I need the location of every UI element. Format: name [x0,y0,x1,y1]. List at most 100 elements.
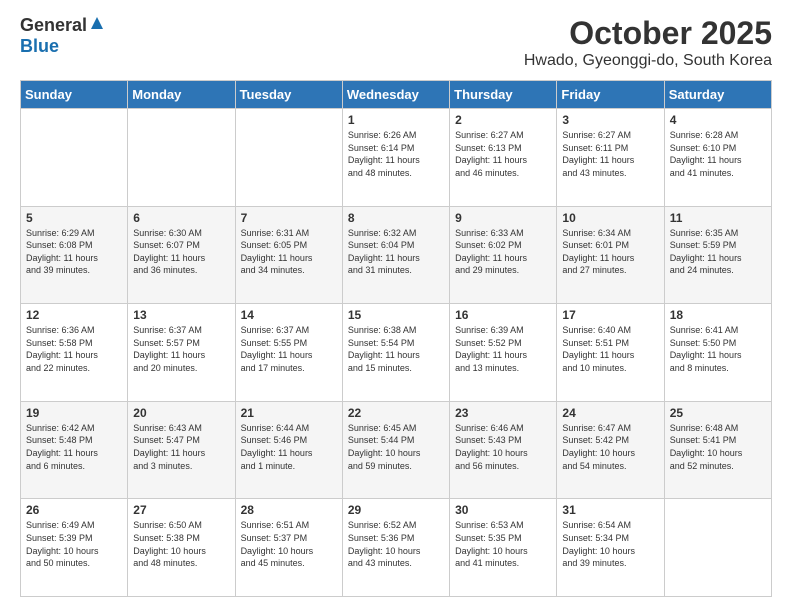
day-number: 28 [241,503,337,517]
logo-triangle-icon [90,16,104,35]
day-number: 19 [26,406,122,420]
day-info: Sunrise: 6:29 AM Sunset: 6:08 PM Dayligh… [26,227,122,277]
day-info: Sunrise: 6:26 AM Sunset: 6:14 PM Dayligh… [348,129,444,179]
page: General Blue October 2025 Hwado, Gyeongg… [0,0,792,612]
calendar-cell: 26 Sunrise: 6:49 AM Sunset: 5:39 PM Dayli… [21,499,128,597]
day-number: 24 [562,406,658,420]
calendar-cell: 2Sunrise: 6:27 AM Sunset: 6:13 PM Daylig… [450,109,557,207]
day-number: 23 [455,406,551,420]
day-number: 15 [348,308,444,322]
calendar-cell: 17Sunrise: 6:40 AM Sunset: 5:51 PM Dayli… [557,304,664,402]
weekday-header-sunday: Sunday [21,81,128,109]
calendar-cell: 1 Sunrise: 6:26 AM Sunset: 6:14 PM Daylig… [342,109,449,207]
logo-blue-text: Blue [20,36,59,56]
day-info: Sunrise: 6:53 AM Sunset: 5:35 PM Dayligh… [455,519,551,569]
day-info: Sunrise: 6:42 AM Sunset: 5:48 PM Dayligh… [26,422,122,472]
calendar-cell: 27 Sunrise: 6:50 AM Sunset: 5:38 PM Dayli… [128,499,235,597]
day-info: Sunrise: 6:27 AM Sunset: 6:11 PM Dayligh… [562,129,658,179]
weekday-header-tuesday: Tuesday [235,81,342,109]
day-number: 7 [241,211,337,225]
day-info: Sunrise: 6:36 AM Sunset: 5:58 PM Dayligh… [26,324,122,374]
calendar-body: 1 Sunrise: 6:26 AM Sunset: 6:14 PM Daylig… [21,109,772,597]
calendar-cell: 16Sunrise: 6:39 AM Sunset: 5:52 PM Dayli… [450,304,557,402]
calendar-cell: 20Sunrise: 6:43 AM Sunset: 5:47 PM Dayli… [128,401,235,499]
day-info: Sunrise: 6:49 AM Sunset: 5:39 PM Dayligh… [26,519,122,569]
calendar-cell: 24 Sunrise: 6:47 AM Sunset: 5:42 PM Dayli… [557,401,664,499]
day-info: Sunrise: 6:37 AM Sunset: 5:55 PM Dayligh… [241,324,337,374]
weekday-header-friday: Friday [557,81,664,109]
day-info: Sunrise: 6:37 AM Sunset: 5:57 PM Dayligh… [133,324,229,374]
day-info: Sunrise: 6:46 AM Sunset: 5:43 PM Dayligh… [455,422,551,472]
calendar-cell: 21Sunrise: 6:44 AM Sunset: 5:46 PM Dayli… [235,401,342,499]
day-info: Sunrise: 6:47 AM Sunset: 5:42 PM Dayligh… [562,422,658,472]
calendar-cell: 7 Sunrise: 6:31 AM Sunset: 6:05 PM Daylig… [235,206,342,304]
day-info: Sunrise: 6:34 AM Sunset: 6:01 PM Dayligh… [562,227,658,277]
day-number: 26 [26,503,122,517]
day-number: 12 [26,308,122,322]
calendar-cell [21,109,128,207]
day-info: Sunrise: 6:54 AM Sunset: 5:34 PM Dayligh… [562,519,658,569]
day-info: Sunrise: 6:38 AM Sunset: 5:54 PM Dayligh… [348,324,444,374]
calendar-cell: 18 Sunrise: 6:41 AM Sunset: 5:50 PM Dayli… [664,304,771,402]
day-info: Sunrise: 6:52 AM Sunset: 5:36 PM Dayligh… [348,519,444,569]
calendar-cell: 13 Sunrise: 6:37 AM Sunset: 5:57 PM Dayli… [128,304,235,402]
calendar-cell [664,499,771,597]
calendar-cell: 25 Sunrise: 6:48 AM Sunset: 5:41 PM Dayli… [664,401,771,499]
day-number: 3 [562,113,658,127]
day-info: Sunrise: 6:50 AM Sunset: 5:38 PM Dayligh… [133,519,229,569]
day-number: 6 [133,211,229,225]
week-row-1: 1 Sunrise: 6:26 AM Sunset: 6:14 PM Daylig… [21,109,772,207]
calendar-cell: 31 Sunrise: 6:54 AM Sunset: 5:34 PM Dayli… [557,499,664,597]
day-info: Sunrise: 6:27 AM Sunset: 6:13 PM Dayligh… [455,129,551,179]
calendar-cell: 4Sunrise: 6:28 AM Sunset: 6:10 PM Daylig… [664,109,771,207]
day-info: Sunrise: 6:28 AM Sunset: 6:10 PM Dayligh… [670,129,766,179]
calendar-cell: 29Sunrise: 6:52 AM Sunset: 5:36 PM Dayli… [342,499,449,597]
calendar-cell: 11Sunrise: 6:35 AM Sunset: 5:59 PM Dayli… [664,206,771,304]
day-number: 25 [670,406,766,420]
calendar-cell: 22 Sunrise: 6:45 AM Sunset: 5:44 PM Dayli… [342,401,449,499]
logo-general-text: General [20,15,87,36]
day-info: Sunrise: 6:33 AM Sunset: 6:02 PM Dayligh… [455,227,551,277]
day-info: Sunrise: 6:51 AM Sunset: 5:37 PM Dayligh… [241,519,337,569]
day-number: 27 [133,503,229,517]
calendar-cell: 12 Sunrise: 6:36 AM Sunset: 5:58 PM Dayli… [21,304,128,402]
day-number: 31 [562,503,658,517]
day-info: Sunrise: 6:39 AM Sunset: 5:52 PM Dayligh… [455,324,551,374]
calendar-cell: 28 Sunrise: 6:51 AM Sunset: 5:37 PM Dayli… [235,499,342,597]
day-number: 13 [133,308,229,322]
day-number: 20 [133,406,229,420]
weekday-header-wednesday: Wednesday [342,81,449,109]
day-number: 22 [348,406,444,420]
calendar-header: SundayMondayTuesdayWednesdayThursdayFrid… [21,81,772,109]
day-number: 21 [241,406,337,420]
day-number: 11 [670,211,766,225]
day-info: Sunrise: 6:32 AM Sunset: 6:04 PM Dayligh… [348,227,444,277]
day-info: Sunrise: 6:48 AM Sunset: 5:41 PM Dayligh… [670,422,766,472]
day-number: 14 [241,308,337,322]
day-info: Sunrise: 6:41 AM Sunset: 5:50 PM Dayligh… [670,324,766,374]
calendar-cell: 10Sunrise: 6:34 AM Sunset: 6:01 PM Dayli… [557,206,664,304]
day-info: Sunrise: 6:45 AM Sunset: 5:44 PM Dayligh… [348,422,444,472]
day-info: Sunrise: 6:40 AM Sunset: 5:51 PM Dayligh… [562,324,658,374]
calendar-cell: 15 Sunrise: 6:38 AM Sunset: 5:54 PM Dayli… [342,304,449,402]
week-row-3: 12 Sunrise: 6:36 AM Sunset: 5:58 PM Dayli… [21,304,772,402]
header: General Blue October 2025 Hwado, Gyeongg… [20,15,772,70]
calendar-cell: 23 Sunrise: 6:46 AM Sunset: 5:43 PM Dayli… [450,401,557,499]
calendar-cell: 8Sunrise: 6:32 AM Sunset: 6:04 PM Daylig… [342,206,449,304]
day-info: Sunrise: 6:31 AM Sunset: 6:05 PM Dayligh… [241,227,337,277]
calendar-cell [235,109,342,207]
day-number: 9 [455,211,551,225]
day-number: 5 [26,211,122,225]
calendar-cell: 14 Sunrise: 6:37 AM Sunset: 5:55 PM Dayli… [235,304,342,402]
calendar-cell: 3 Sunrise: 6:27 AM Sunset: 6:11 PM Daylig… [557,109,664,207]
week-row-5: 26 Sunrise: 6:49 AM Sunset: 5:39 PM Dayli… [21,499,772,597]
logo: General Blue [20,15,105,57]
week-row-2: 5 Sunrise: 6:29 AM Sunset: 6:08 PM Daylig… [21,206,772,304]
weekday-header-monday: Monday [128,81,235,109]
day-number: 1 [348,113,444,127]
calendar-cell: 19 Sunrise: 6:42 AM Sunset: 5:48 PM Dayli… [21,401,128,499]
calendar-table: SundayMondayTuesdayWednesdayThursdayFrid… [20,80,772,597]
day-info: Sunrise: 6:30 AM Sunset: 6:07 PM Dayligh… [133,227,229,277]
weekday-header-row: SundayMondayTuesdayWednesdayThursdayFrid… [21,81,772,109]
day-number: 18 [670,308,766,322]
